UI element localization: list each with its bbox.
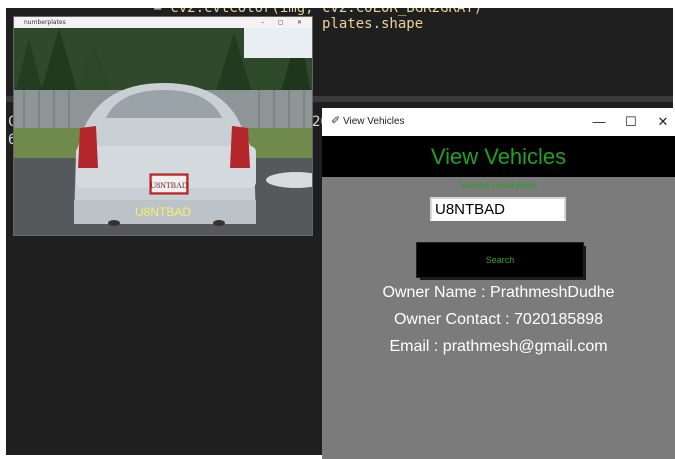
- window-title: View Vehicles: [343, 116, 405, 127]
- license-plate-text: U8NTBAD: [150, 181, 188, 190]
- search-button[interactable]: Search: [417, 243, 583, 277]
- maximize-button[interactable]: ☐: [616, 110, 646, 134]
- owner-email-text: Email : prathmesh@gmail.com: [389, 338, 608, 355]
- plate-window-controls[interactable]: – ◻ ✕: [261, 17, 308, 28]
- owner-contact-text: Owner Contact : 7020185898: [393, 311, 604, 328]
- minimize-button[interactable]: —: [584, 110, 614, 134]
- view-vehicles-window[interactable]: ✐ View Vehicles — ☐ ✕ View Vehicles Vehi…: [322, 108, 675, 459]
- plate-detection-window[interactable]: numberplates – ◻ ✕ U8NTBAD U8NTBAD: [14, 17, 312, 235]
- car-photo: U8NTBAD: [14, 28, 312, 235]
- owner-name-text: Owner Name : PrathmeshDudhe: [382, 284, 615, 301]
- plate-window-title: numberplates: [24, 19, 66, 26]
- plate-window-titlebar[interactable]: numberplates – ◻ ✕: [14, 17, 312, 28]
- page-title: View Vehicles: [322, 136, 675, 177]
- close-button[interactable]: ✕: [648, 110, 675, 134]
- code-line-1: = cv2.cvtColor(img, cv2.COLOR_BGR2GRAY): [86, 8, 483, 16]
- feather-icon: ✐: [331, 115, 341, 127]
- detected-plate-label: U8NTBAD: [134, 205, 191, 219]
- plate-number-input[interactable]: [430, 197, 566, 221]
- subtitle-label: Vehicles Listed Below: [459, 181, 538, 190]
- view-vehicles-titlebar[interactable]: ✐ View Vehicles — ☐ ✕: [322, 108, 675, 136]
